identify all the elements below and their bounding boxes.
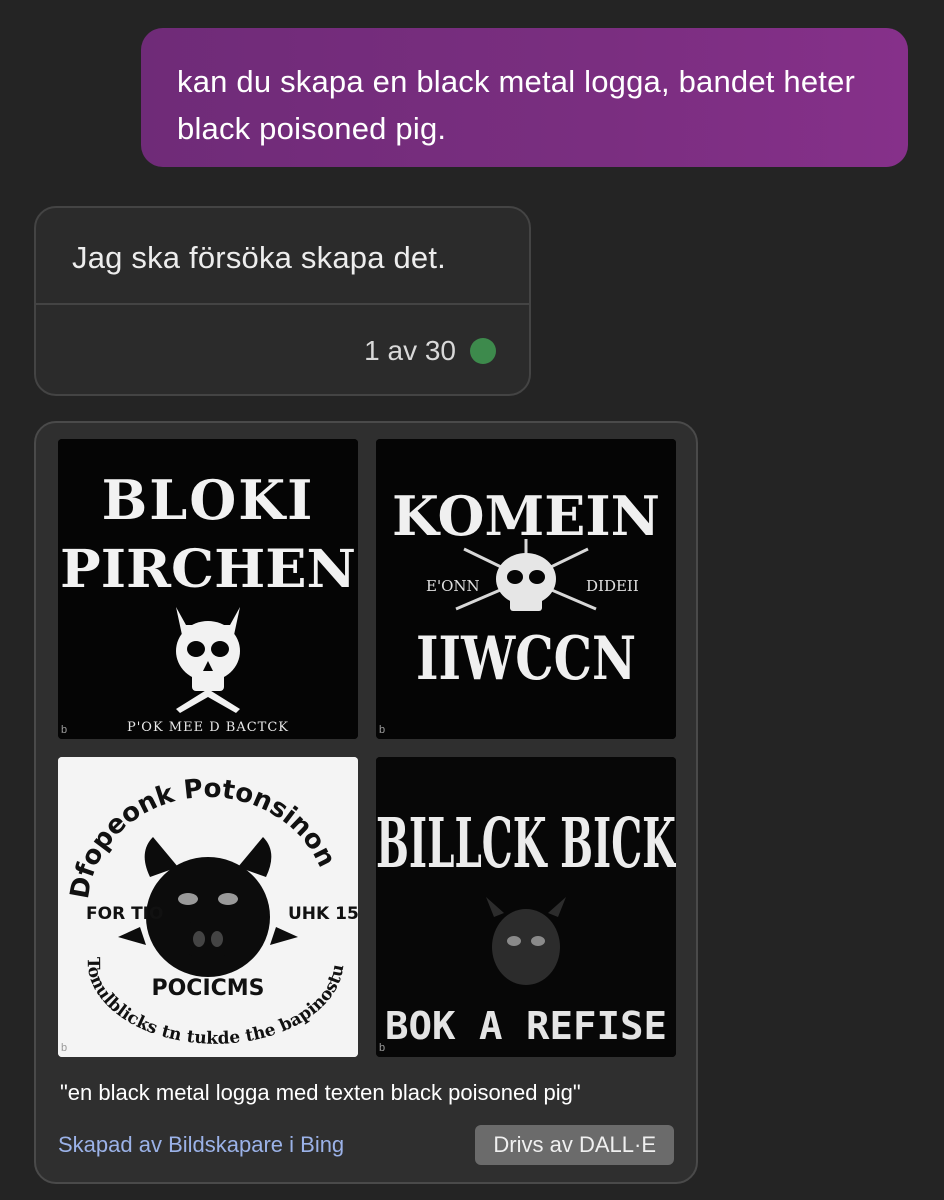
chat-screen: kan du skapa en black metal logga, bande… [0, 0, 944, 1200]
image-3-artwork: Dfopeonk Potonsinon FOR TIO UHK 15 POCIC… [58, 757, 358, 1057]
bot-message-card: Jag ska försöka skapa det. 1 av 30 [34, 206, 531, 396]
bot-message-text: Jag ska försöka skapa det. [72, 240, 446, 275]
status-dot-icon [470, 338, 496, 364]
generated-image-4[interactable]: BILLCK BICK BOK A REFISE b [376, 757, 676, 1057]
image-1-caption: P'OK MEE D BACTCK [127, 720, 289, 735]
bing-watermark-icon: b [61, 724, 68, 736]
image-2-artwork: KOMEIN E'ONN DIDEII IIWCCN [376, 439, 676, 739]
generated-image-2[interactable]: KOMEIN E'ONN DIDEII IIWCCN b [376, 439, 676, 739]
image-2-logo-line-1: KOMEIN [392, 484, 660, 548]
image-3-left-label: FOR TIO [86, 904, 163, 924]
bot-card-divider [36, 303, 529, 305]
image-1-logo-line-1: BLOKI [102, 468, 315, 532]
image-1-artwork: BLOKI PIRCHEN P'OK MEE D BACTCK [58, 439, 358, 739]
user-message-bubble: kan du skapa en black metal logga, bande… [141, 28, 908, 167]
user-message-text: kan du skapa en black metal logga, bande… [177, 64, 856, 146]
image-3-center-label: POCICMS [151, 976, 264, 1001]
image-4-logo-line-1: BILLCK BICK [376, 804, 676, 884]
image-4-artwork: BILLCK BICK BOK A REFISE [376, 757, 676, 1057]
turn-counter: 1 av 30 [364, 335, 496, 367]
bing-watermark-icon: b [379, 1042, 386, 1054]
image-2-sub-right: DIDEII [586, 577, 639, 595]
generated-image-3[interactable]: Dfopeonk Potonsinon FOR TIO UHK 15 POCIC… [58, 757, 358, 1057]
powered-by-dalle-badge[interactable]: Drivs av DALL·E [475, 1125, 674, 1165]
image-2-logo-line-2: IIWCCN [416, 624, 636, 694]
image-creator-link[interactable]: Skapad av Bildskapare i Bing [58, 1132, 344, 1158]
image-prompt-text: "en black metal logga med texten black p… [60, 1080, 581, 1105]
image-3-right-label: UHK 15 [288, 904, 358, 924]
image-1-logo-line-2: PIRCHEN [60, 539, 356, 600]
image-creator-card: BLOKI PIRCHEN P'OK MEE D BACTCK b KOMEIN… [34, 421, 698, 1184]
generated-image-1[interactable]: BLOKI PIRCHEN P'OK MEE D BACTCK b [58, 439, 358, 739]
image-4-caption: BOK A REFISE [385, 1004, 667, 1048]
image-card-footer: Skapad av Bildskapare i Bing Drivs av DA… [58, 1125, 674, 1165]
bing-watermark-icon: b [61, 1042, 68, 1054]
image-2-sub-left: E'ONN [426, 577, 480, 595]
bing-watermark-icon: b [379, 724, 386, 736]
turn-counter-text: 1 av 30 [364, 335, 456, 366]
